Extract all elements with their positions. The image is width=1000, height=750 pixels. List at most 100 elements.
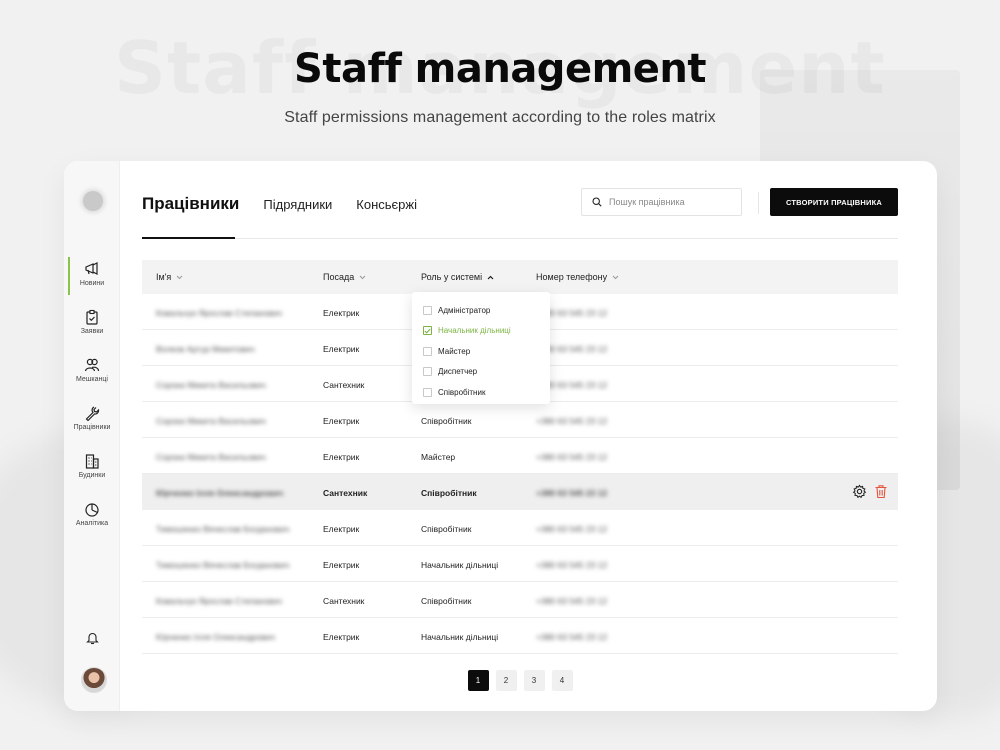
chevron-down-icon xyxy=(612,275,619,279)
sidebar-item-buildings[interactable]: Будинки xyxy=(64,453,120,479)
cell-position: Електрик xyxy=(323,344,360,354)
gear-icon[interactable] xyxy=(852,484,867,499)
cell-name: Тимошенко Вячеслав Богданович xyxy=(156,560,290,570)
checkbox[interactable] xyxy=(423,346,432,356)
cell-phone: +380 63 545 23 12 xyxy=(536,632,608,642)
table-row-selected[interactable]: Юрченко Ілля Олександрович Сантехник Спі… xyxy=(142,474,898,510)
sidebar-item-label: Працівники xyxy=(73,424,111,431)
column-header-label: Роль у системі xyxy=(421,272,483,282)
tabs: Працівники Підрядники Консьєржі xyxy=(142,194,441,214)
table-row[interactable]: Ковальчук Ярослав Степанович Сантехник С… xyxy=(142,582,898,618)
search-box xyxy=(581,188,742,216)
cell-name: Сорока Микита Васильович xyxy=(156,380,266,390)
table-row[interactable]: Тимошенко Вячеслав Богданович Електрик С… xyxy=(142,510,898,546)
table-row[interactable]: Тимошенко Вячеслав Богданович Електрик Н… xyxy=(142,546,898,582)
app-window: Новини Заявки Мешканці Працівники Будинк… xyxy=(64,161,937,711)
column-header-position[interactable]: Посада xyxy=(323,272,366,282)
role-option-site-manager[interactable]: Начальник дільниці xyxy=(412,321,550,342)
wrench-icon xyxy=(85,406,100,421)
role-option-label: Співробітник xyxy=(438,387,486,397)
cell-phone: +380 63 545 23 12 xyxy=(536,488,608,498)
table-row[interactable]: Сорока Микита Васильович Електрик Співро… xyxy=(142,402,898,438)
sidebar-item-label: Аналітика xyxy=(75,520,109,527)
checkbox[interactable] xyxy=(423,367,432,377)
checkbox[interactable] xyxy=(423,305,432,315)
trash-icon[interactable] xyxy=(874,484,888,499)
check-icon xyxy=(424,328,431,334)
logo xyxy=(83,191,103,211)
search-input[interactable] xyxy=(609,197,729,207)
page-button-3[interactable]: 3 xyxy=(523,670,545,691)
cell-position: Сантехник xyxy=(323,596,365,606)
cell-position: Сантехник xyxy=(323,380,365,390)
sidebar-item-label: Заявки xyxy=(80,328,104,335)
cell-role: Співробітник xyxy=(421,524,472,534)
megaphone-icon xyxy=(85,262,98,275)
building-icon xyxy=(85,454,99,469)
cell-role: Співробітник xyxy=(421,416,472,426)
checkbox[interactable] xyxy=(423,387,432,397)
cell-name: Ковальчук Ярослав Степанович xyxy=(156,596,282,606)
checkbox-checked[interactable] xyxy=(423,326,432,336)
role-option-dispatcher[interactable]: Диспетчер xyxy=(412,362,550,383)
column-header-label: Номер телефону xyxy=(536,272,608,282)
cell-role: Начальник дільниці xyxy=(421,560,499,570)
role-option-label: Начальник дільниці xyxy=(438,326,511,336)
active-tab-indicator xyxy=(142,237,235,239)
cell-phone: +380 63 545 23 12 xyxy=(536,524,608,534)
cell-name: Юрченко Ілля Олександрович xyxy=(156,488,284,498)
column-header-label: Ім'я xyxy=(156,272,172,282)
chevron-down-icon xyxy=(359,275,366,279)
cell-position: Електрик xyxy=(323,416,360,426)
sidebar-item-news[interactable]: Новини xyxy=(64,257,120,295)
role-option-admin[interactable]: Адміністратор xyxy=(412,300,550,321)
toolbar-divider xyxy=(758,192,759,214)
sidebar-item-requests[interactable]: Заявки xyxy=(64,309,120,335)
cell-role: Майстер xyxy=(421,452,456,462)
users-icon xyxy=(84,358,100,372)
cell-position: Сантехник xyxy=(323,488,368,498)
user-avatar[interactable] xyxy=(81,667,107,693)
notifications-button[interactable] xyxy=(86,631,99,650)
chevron-down-icon xyxy=(176,275,183,279)
cell-position: Електрик xyxy=(323,560,360,570)
role-filter-dropdown: Адміністратор Начальник дільниці Майстер… xyxy=(412,292,550,404)
cell-role: Співробітник xyxy=(421,596,472,606)
tab-staff[interactable]: Працівники xyxy=(142,194,239,214)
cell-name: Волков Артур Микитович xyxy=(156,344,255,354)
cell-name: Сорока Микита Васильович xyxy=(156,416,266,426)
pie-chart-icon xyxy=(85,503,99,517)
sidebar-item-analytics[interactable]: Аналітика xyxy=(64,501,120,527)
cell-position: Електрик xyxy=(323,452,360,462)
cell-role: Співробітник xyxy=(421,488,477,498)
column-header-name[interactable]: Ім'я xyxy=(156,272,183,282)
table-row[interactable]: Сорока Микита Васильович Електрик Майсте… xyxy=(142,438,898,474)
cell-phone: +380 63 545 23 12 xyxy=(536,452,608,462)
cell-position: Електрик xyxy=(323,308,360,318)
cell-role: Начальник дільниці xyxy=(421,632,499,642)
sidebar-item-staff[interactable]: Працівники xyxy=(64,405,120,431)
create-staff-button[interactable]: СТВОРИТИ ПРАЦІВНИКА xyxy=(770,188,898,216)
search-icon xyxy=(592,197,602,207)
tabs-divider xyxy=(142,238,898,239)
sidebar-item-residents[interactable]: Мешканці xyxy=(64,357,120,383)
tab-contractors[interactable]: Підрядники xyxy=(263,197,332,212)
sidebar: Новини Заявки Мешканці Працівники Будинк… xyxy=(64,161,120,711)
column-header-phone[interactable]: Номер телефону xyxy=(536,272,619,282)
column-header-role[interactable]: Роль у системі xyxy=(421,272,494,282)
cell-position: Електрик xyxy=(323,524,360,534)
tab-concierges[interactable]: Консьєржі xyxy=(356,197,417,212)
page-button-4[interactable]: 4 xyxy=(551,670,573,691)
role-option-employee[interactable]: Співробітник xyxy=(412,382,550,403)
bell-icon xyxy=(86,632,99,645)
role-option-label: Майстер xyxy=(438,346,471,356)
cell-name: Юрченко Ілля Олександрович xyxy=(156,632,275,642)
table-header: Ім'я Посада Роль у системі Номер телефон… xyxy=(142,260,898,294)
table-row[interactable]: Юрченко Ілля Олександрович Електрик Нача… xyxy=(142,618,898,654)
cell-phone: +380 63 545 23 12 xyxy=(536,560,608,570)
role-option-master[interactable]: Майстер xyxy=(412,341,550,362)
cell-name: Тимошенко Вячеслав Богданович xyxy=(156,524,290,534)
page-button-2[interactable]: 2 xyxy=(495,670,517,691)
role-option-label: Адміністратор xyxy=(438,305,491,315)
page-button-1[interactable]: 1 xyxy=(467,670,489,691)
